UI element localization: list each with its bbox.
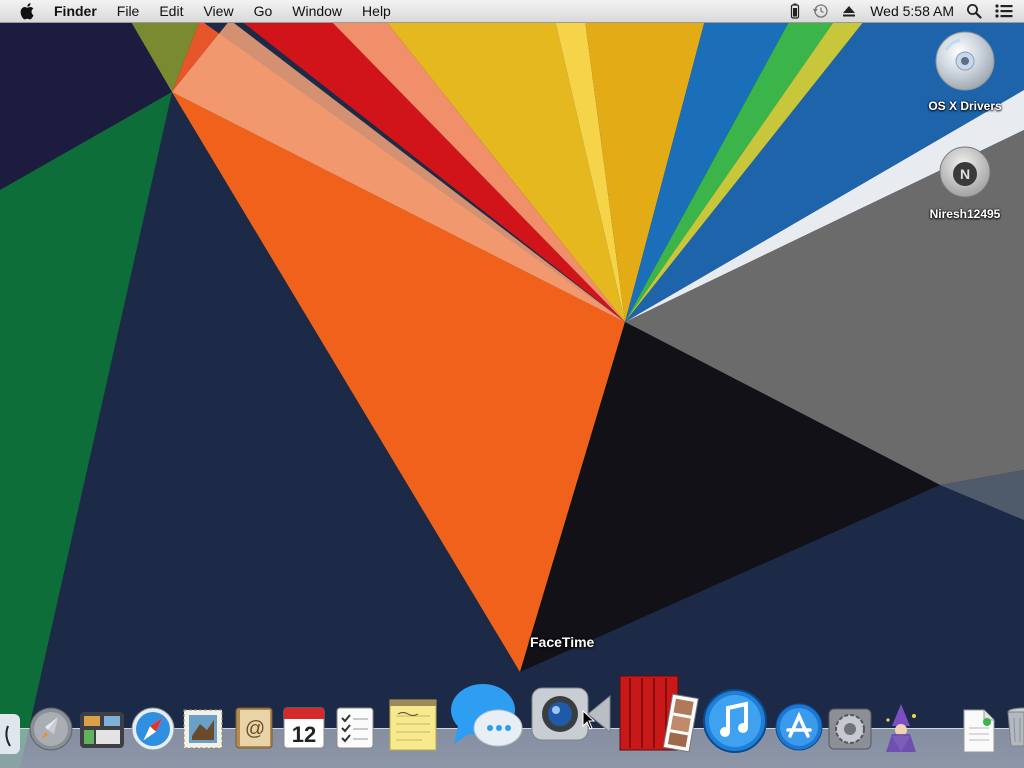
safari-compass-icon	[131, 707, 175, 751]
document-icon	[963, 709, 995, 753]
menu-file[interactable]: File	[117, 0, 140, 22]
notification-center-icon[interactable]	[994, 3, 1014, 19]
eject-icon[interactable]	[842, 4, 856, 18]
reminders-checklist-icon	[336, 707, 374, 749]
dock-item-launchpad[interactable]	[28, 706, 74, 752]
dvd-disc-icon	[935, 31, 995, 91]
launchpad-rocket-icon	[29, 707, 73, 751]
dock-item-reminders[interactable]	[332, 704, 378, 752]
svg-text:@: @	[245, 718, 265, 740]
dock-item-wizard[interactable]	[878, 702, 924, 754]
desktop-icon-os-x-drivers[interactable]: OS X Drivers	[920, 30, 1010, 113]
trash-can-icon	[1007, 707, 1024, 747]
menu-view[interactable]: View	[203, 0, 233, 22]
wizard-icon	[886, 704, 916, 752]
apple-menu-icon[interactable]	[20, 2, 36, 20]
desktop-icon-niresh12495[interactable]: N Niresh12495	[920, 144, 1010, 221]
dock-item-photo-booth[interactable]	[616, 672, 700, 754]
app-store-icon	[775, 703, 823, 751]
calendar-date-text: 12	[292, 722, 316, 747]
wallpaper-image	[0, 0, 1024, 768]
dock-item-contacts[interactable]: @	[230, 704, 278, 752]
dock-item-app-store[interactable]	[774, 702, 824, 752]
notes-pad-icon	[389, 699, 437, 751]
menu-help[interactable]: Help	[362, 0, 391, 22]
facetime-camera-icon	[531, 687, 611, 741]
battery-icon[interactable]	[790, 3, 800, 19]
menu-extras: Wed 5:58 AM	[778, 0, 1014, 22]
dock-item-itunes[interactable]	[702, 688, 768, 754]
desktop[interactable]: Finder File Edit View Go Window Help Wed…	[0, 0, 1024, 768]
mail-stamp-icon	[183, 709, 223, 749]
desktop-icon-label: Niresh12495	[929, 207, 1001, 221]
gear-icon	[828, 708, 872, 750]
dock-item-facetime[interactable]	[530, 684, 614, 744]
dock-item-finder[interactable]	[0, 712, 22, 756]
dock-item-system-preferences[interactable]	[826, 706, 874, 752]
dock-item-mission-control[interactable]	[78, 708, 126, 752]
menu-app-finder[interactable]: Finder	[54, 0, 97, 22]
contacts-book-icon: @	[235, 707, 273, 749]
dock-item-messages[interactable]	[448, 680, 526, 752]
dock-item-mail[interactable]	[180, 706, 226, 752]
menu-clock[interactable]: Wed 5:58 AM	[870, 3, 954, 19]
itunes-music-note-icon	[703, 689, 767, 753]
finder-icon	[0, 714, 20, 754]
menu-edit[interactable]: Edit	[159, 0, 183, 22]
hard-drive-icon: N	[939, 146, 991, 198]
desktop-icon-label: OS X Drivers	[928, 99, 1002, 113]
dock-item-calendar[interactable]: 12	[280, 704, 328, 752]
photo-booth-icon	[619, 675, 699, 753]
mouse-cursor-icon	[582, 710, 596, 730]
time-machine-icon[interactable]	[812, 3, 830, 19]
dock-tooltip: FaceTime	[530, 634, 595, 650]
menu-go[interactable]: Go	[254, 0, 273, 22]
svg-text:N: N	[960, 166, 970, 182]
calendar-icon: 12	[283, 707, 325, 749]
menu-bar: Finder File Edit View Go Window Help Wed…	[0, 0, 1024, 23]
dock-item-document[interactable]	[958, 708, 998, 754]
mission-control-icon	[80, 712, 124, 748]
messages-bubbles-icon	[451, 684, 523, 747]
dock-item-notes[interactable]	[386, 696, 440, 752]
spotlight-search-icon[interactable]	[966, 3, 982, 19]
dock-item-trash[interactable]	[1004, 704, 1024, 750]
dock-item-safari[interactable]	[130, 706, 176, 752]
menu-window[interactable]: Window	[292, 0, 342, 22]
